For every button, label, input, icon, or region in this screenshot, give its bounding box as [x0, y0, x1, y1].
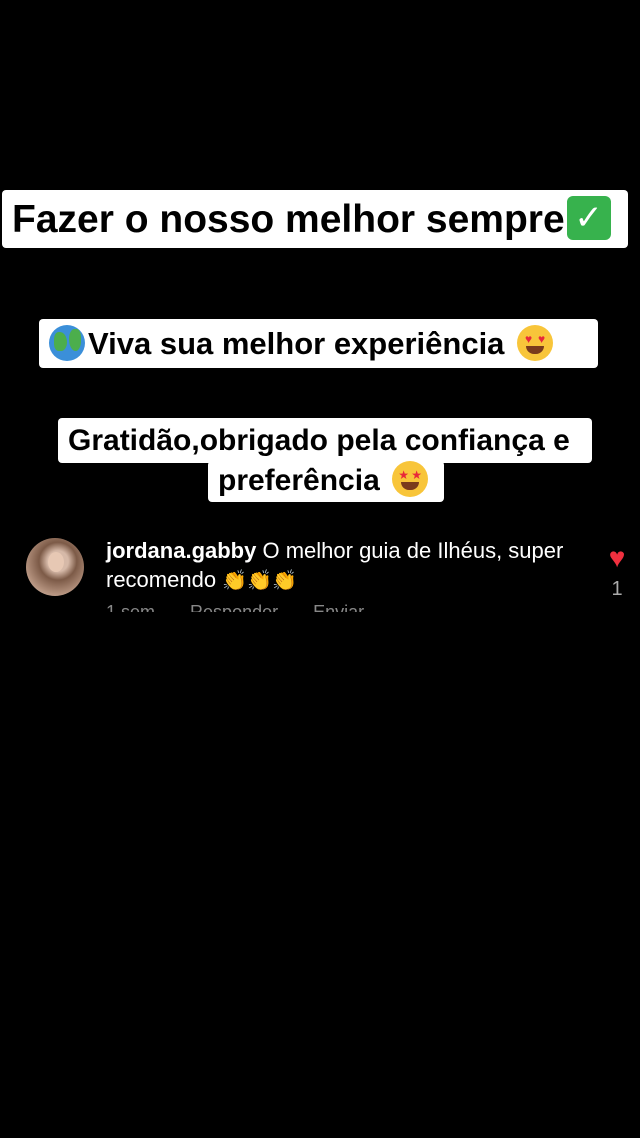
- comment-username[interactable]: jordana.gabby: [106, 538, 256, 563]
- story-screen: { "captions": { "line1": "Fazer o nosso …: [0, 0, 640, 1138]
- comment-body: jordana.gabby O melhor guia de Ilhéus, s…: [106, 536, 566, 596]
- heart-eyes-face-icon: ♥ ♥: [517, 324, 554, 361]
- caption-text: preferência: [218, 464, 380, 497]
- globe-icon: [49, 324, 85, 361]
- avatar[interactable]: [26, 538, 84, 596]
- caption-line-3a: Gratidão,obrigado pela confiança e: [58, 418, 592, 463]
- clapping-hands-icon: 👏👏👏: [222, 570, 297, 592]
- caption-line-1: Fazer o nosso melhor sempre ✓: [2, 190, 628, 248]
- caption-text: Fazer o nosso melhor sempre: [12, 198, 565, 241]
- star-struck-face-icon: ★ ★: [392, 461, 429, 498]
- caption-line-3b: preferência ★ ★: [208, 461, 444, 502]
- caption-line-2: Viva sua melhor experiência ♥ ♥: [39, 319, 598, 368]
- reply-button[interactable]: Responder: [190, 602, 278, 612]
- comment-age: 1 sem: [106, 602, 156, 612]
- comment-meta: 1 sem Responder Enviar: [106, 602, 394, 612]
- caption-text: Gratidão,obrigado pela confiança e: [68, 424, 570, 457]
- like-count: 1: [611, 578, 623, 600]
- send-button[interactable]: Enviar: [313, 602, 364, 612]
- caption-text: Viva sua melhor experiência: [88, 326, 505, 361]
- heart-icon[interactable]: ♥: [603, 544, 631, 572]
- comment-card: jordana.gabby O melhor guia de Ilhéus, s…: [0, 530, 640, 612]
- check-icon: ✓: [566, 195, 611, 240]
